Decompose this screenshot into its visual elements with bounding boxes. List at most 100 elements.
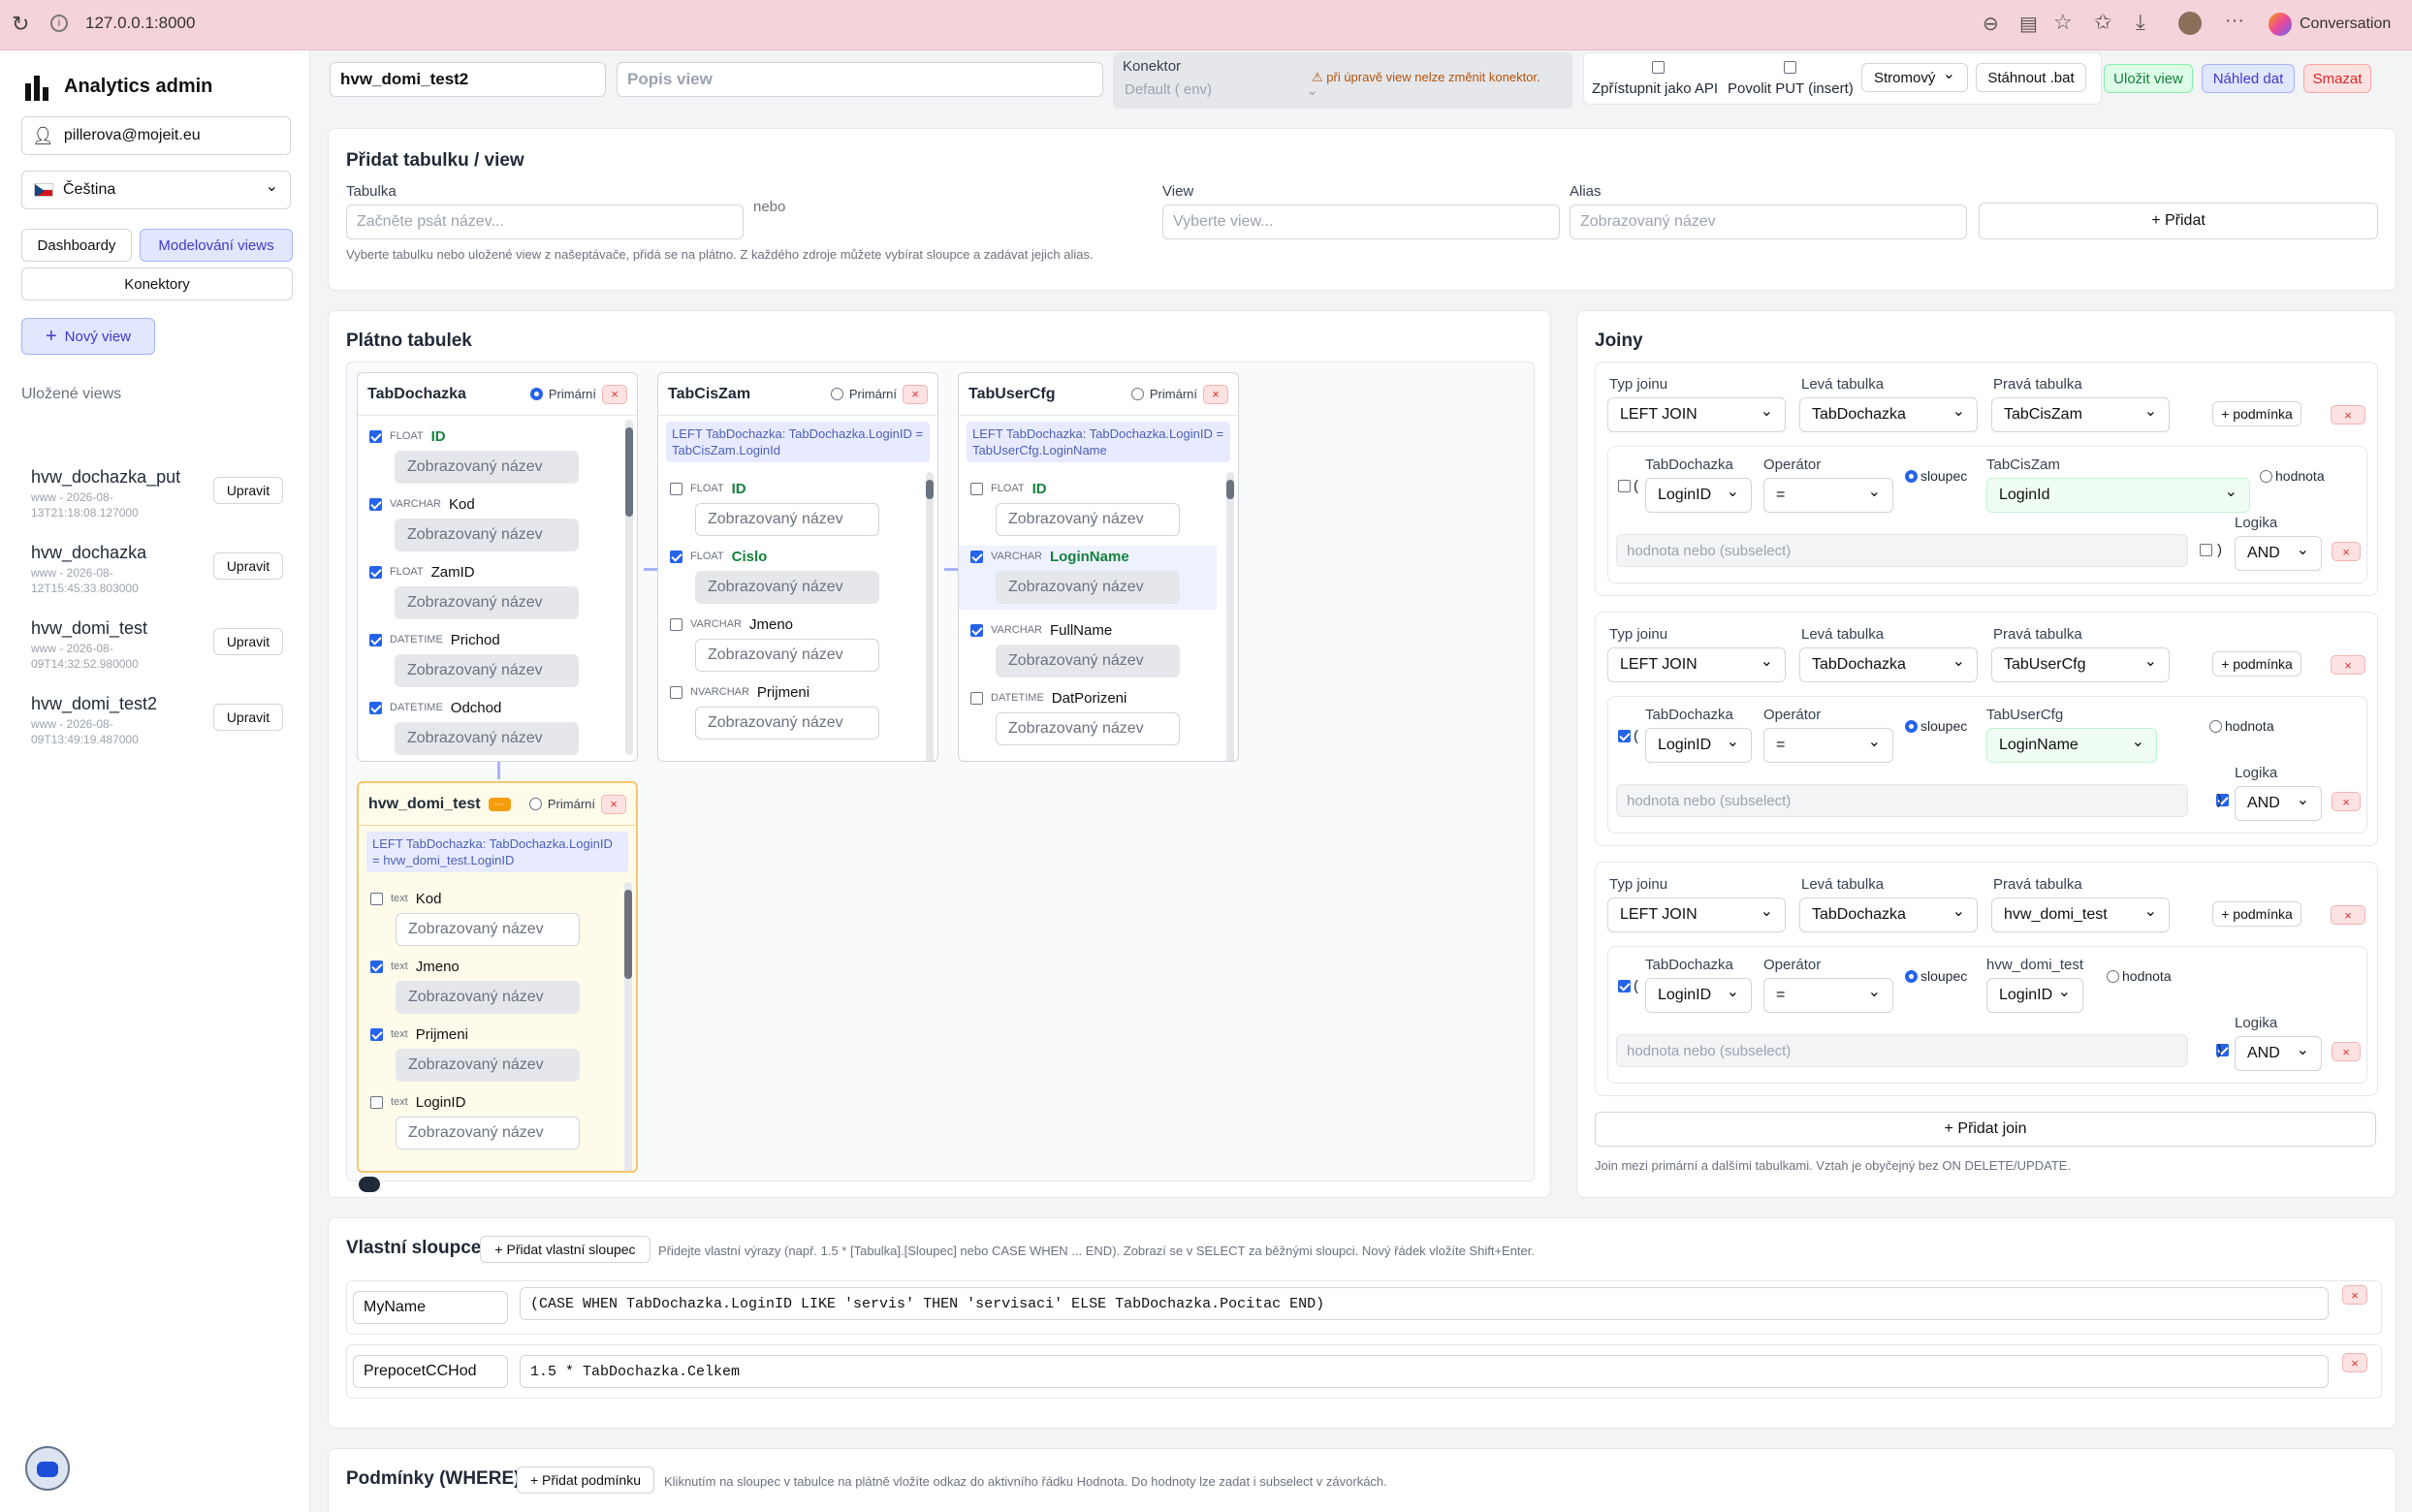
column-alias-input[interactable]: Zobrazovaný název [996, 645, 1180, 677]
custom-column-expression[interactable]: (CASE WHEN TabDochazka.LoginID LIKE 'ser… [520, 1287, 2329, 1320]
column-checkbox[interactable] [970, 482, 983, 495]
edit-saved-view-button[interactable]: Upravit [213, 477, 283, 504]
column-alias-input[interactable]: Zobrazovaný název [396, 981, 580, 1014]
edit-saved-view-button[interactable]: Upravit [213, 552, 283, 580]
profile-avatar[interactable] [2178, 12, 2202, 35]
logic-select[interactable]: AND [2235, 536, 2322, 571]
add-condition-button[interactable]: + Přidat podmínku [517, 1466, 654, 1494]
column-alias-input[interactable]: Zobrazovaný název [996, 712, 1180, 745]
remove-table-button[interactable]: × [903, 384, 928, 404]
column-radio[interactable] [1905, 970, 1918, 983]
primary-toggle[interactable]: Primární × [528, 794, 626, 814]
saved-view-item[interactable]: hvw_domi_test www - 2026-08- 09T14:32:52… [31, 618, 293, 686]
column-alias-input[interactable]: Zobrazovaný název [695, 707, 879, 740]
remove-table-button[interactable]: × [1203, 384, 1228, 404]
remove-condition-button[interactable]: × [2332, 1042, 2361, 1061]
remove-table-button[interactable]: × [601, 794, 626, 814]
column-name[interactable]: ZamID [431, 564, 475, 581]
primary-radio[interactable] [528, 798, 542, 810]
join-type-select[interactable]: LEFT JOIN [1607, 647, 1786, 682]
saved-view-item[interactable]: hvw_dochazka www - 2026-08- 12T15:45:33.… [31, 543, 293, 611]
view-select-input[interactable]: Vyberte view... [1162, 205, 1560, 239]
column-name[interactable]: Jmeno [749, 616, 793, 633]
operator-select[interactable]: = [1763, 478, 1893, 513]
column-scrollbar[interactable] [926, 472, 934, 761]
value-radio[interactable] [2107, 970, 2119, 983]
column-checkbox[interactable] [369, 565, 382, 579]
value-radio[interactable] [2209, 720, 2222, 733]
open-paren-checkbox[interactable] [1618, 730, 1631, 742]
column-checkbox[interactable] [370, 1027, 383, 1041]
left-column-select[interactable]: LoginID [1645, 978, 1752, 1013]
user-field[interactable]: 👤︎ pillerova@mojeit.eu [21, 116, 291, 155]
left-column-select[interactable]: LoginID [1645, 478, 1752, 513]
table-header[interactable]: hvw_domi_test ··· Primární × [359, 783, 636, 826]
column-name[interactable]: LoginName [1050, 549, 1129, 565]
right-table-select[interactable]: hvw_domi_test [1991, 898, 2170, 932]
column-checkbox[interactable] [670, 550, 682, 563]
remove-table-button[interactable]: × [602, 384, 627, 404]
add-join-button[interactable]: + Přidat join [1595, 1112, 2376, 1147]
column-checkbox[interactable] [970, 550, 983, 563]
canvas-table[interactable]: TabCisZam Primární × LEFT TabDochazka: Ta… [657, 372, 938, 762]
column-scrollbar[interactable] [1226, 472, 1234, 761]
add-condition-in-join-button[interactable]: + podmínka [2212, 651, 2301, 677]
column-alias-input[interactable]: Zobrazovaný název [396, 1117, 580, 1150]
nav-dashboardy[interactable]: Dashboardy [21, 229, 132, 262]
add-condition-in-join-button[interactable]: + podmínka [2212, 401, 2301, 426]
column-checkbox[interactable] [670, 617, 682, 631]
mode-select[interactable]: Stromový [1861, 63, 1968, 92]
left-table-select[interactable]: TabDochazka [1799, 647, 1978, 682]
remove-condition-button[interactable]: × [2332, 792, 2361, 811]
view-name-input[interactable]: hvw_domi_test2 [330, 62, 606, 97]
view-description-input[interactable]: Popis view [617, 62, 1103, 97]
url-bar[interactable]: 127.0.0.1:8000 [85, 14, 195, 33]
column-name[interactable]: ID [1032, 481, 1047, 497]
save-view-button[interactable]: Uložit view [2104, 64, 2193, 93]
column-scrollbar[interactable] [624, 882, 632, 1171]
api-checkbox[interactable] [1652, 61, 1665, 74]
more-icon[interactable]: ··· [2225, 10, 2244, 32]
right-table-select[interactable]: TabCisZam [1991, 397, 2170, 432]
column-name[interactable]: Odchod [451, 700, 502, 716]
custom-column-expression[interactable]: 1.5 * TabDochazka.Celkem [520, 1355, 2329, 1388]
column-checkbox[interactable] [370, 1095, 383, 1109]
join-type-select[interactable]: LEFT JOIN [1607, 397, 1786, 432]
primary-radio[interactable] [529, 388, 543, 400]
language-select[interactable]: Čeština [21, 171, 291, 209]
close-paren-checkbox[interactable] [2200, 544, 2212, 556]
column-radio[interactable] [1905, 470, 1918, 483]
column-name[interactable]: Kod [416, 891, 442, 907]
column-checkbox[interactable] [970, 623, 983, 637]
primary-toggle[interactable]: Primární × [529, 384, 627, 404]
edit-saved-view-button[interactable]: Upravit [213, 704, 283, 731]
logic-select[interactable]: AND [2235, 1036, 2322, 1071]
column-alias-input[interactable]: Zobrazovaný název [996, 571, 1180, 604]
copilot-icon[interactable] [2269, 13, 2292, 36]
table-header[interactable]: TabDochazka Primární × [358, 373, 637, 416]
column-name[interactable]: ID [431, 428, 446, 445]
column-checkbox[interactable] [670, 482, 682, 495]
column-alias-input[interactable]: Zobrazovaný název [395, 519, 579, 551]
right-column-select[interactable]: LoginId [1986, 478, 2250, 513]
column-checkbox[interactable] [970, 691, 983, 705]
column-checkbox[interactable] [370, 960, 383, 973]
assistant-bot-icon[interactable] [25, 1446, 70, 1491]
column-name[interactable]: Jmeno [416, 959, 460, 975]
put-checkbox[interactable] [1784, 61, 1796, 74]
add-condition-in-join-button[interactable]: + podmínka [2212, 901, 2301, 927]
right-column-select[interactable]: LoginID [1986, 978, 2083, 1013]
table-input[interactable]: Začněte psát název... [346, 205, 744, 239]
column-name[interactable]: Cislo [732, 549, 768, 565]
value-input[interactable]: hodnota nebo (subselect) [1616, 784, 2188, 817]
column-checkbox[interactable] [670, 685, 682, 699]
column-alias-input[interactable]: Zobrazovaný název [996, 503, 1180, 536]
left-table-select[interactable]: TabDochazka [1799, 898, 1978, 932]
column-checkbox[interactable] [369, 429, 382, 443]
open-paren-checkbox[interactable] [1618, 480, 1631, 492]
alias-input[interactable]: Zobrazovaný název [1570, 205, 1967, 239]
column-scrollbar[interactable] [625, 420, 633, 755]
column-alias-input[interactable]: Zobrazovaný název [396, 913, 580, 946]
canvas-resize-handle[interactable] [359, 1177, 380, 1192]
preview-data-button[interactable]: Náhled dat [2202, 64, 2295, 93]
